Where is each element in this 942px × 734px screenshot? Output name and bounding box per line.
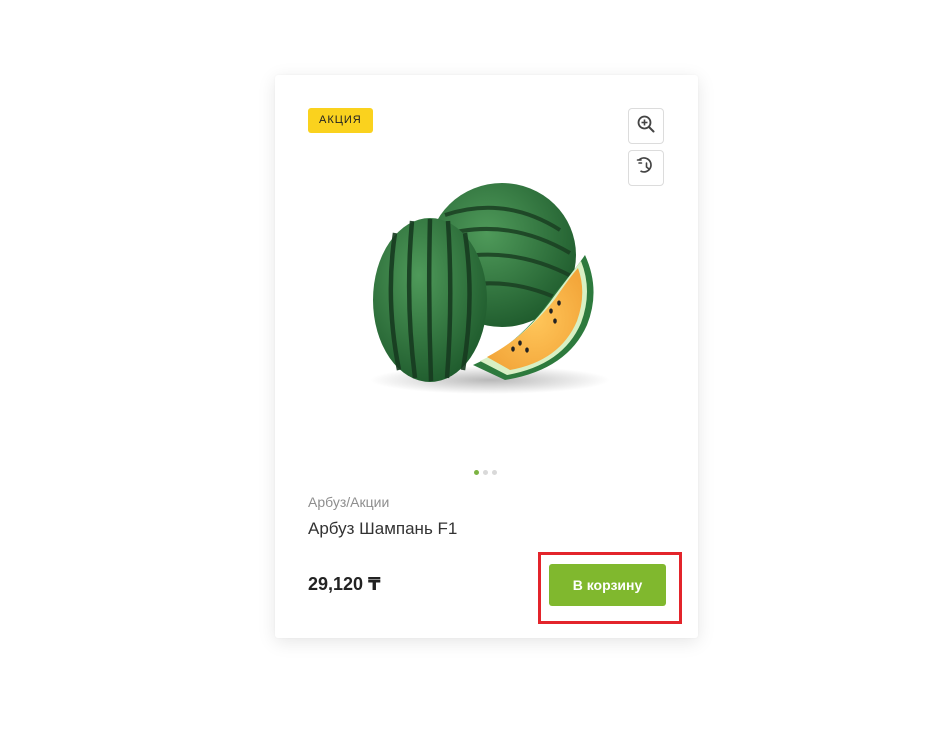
history-icon bbox=[636, 156, 656, 181]
product-price: 29,120 ₸ bbox=[308, 574, 381, 594]
product-title[interactable]: Арбуз Шампань F1 bbox=[308, 519, 457, 539]
gallery-dots bbox=[474, 470, 497, 475]
zoom-in-icon bbox=[636, 114, 656, 139]
gallery-dot[interactable] bbox=[483, 470, 488, 475]
product-card: АКЦИЯ Арбуз/Акции Арбуз Шампань F1 29,12… bbox=[275, 75, 698, 638]
gallery-dot[interactable] bbox=[492, 470, 497, 475]
gallery-dot[interactable] bbox=[474, 470, 479, 475]
history-button[interactable] bbox=[628, 150, 664, 186]
product-image[interactable] bbox=[355, 175, 615, 405]
product-category[interactable]: Арбуз/Акции bbox=[308, 494, 389, 510]
add-to-cart-button[interactable]: В корзину bbox=[549, 564, 666, 606]
zoom-button[interactable] bbox=[628, 108, 664, 144]
promo-badge: АКЦИЯ bbox=[308, 108, 373, 133]
